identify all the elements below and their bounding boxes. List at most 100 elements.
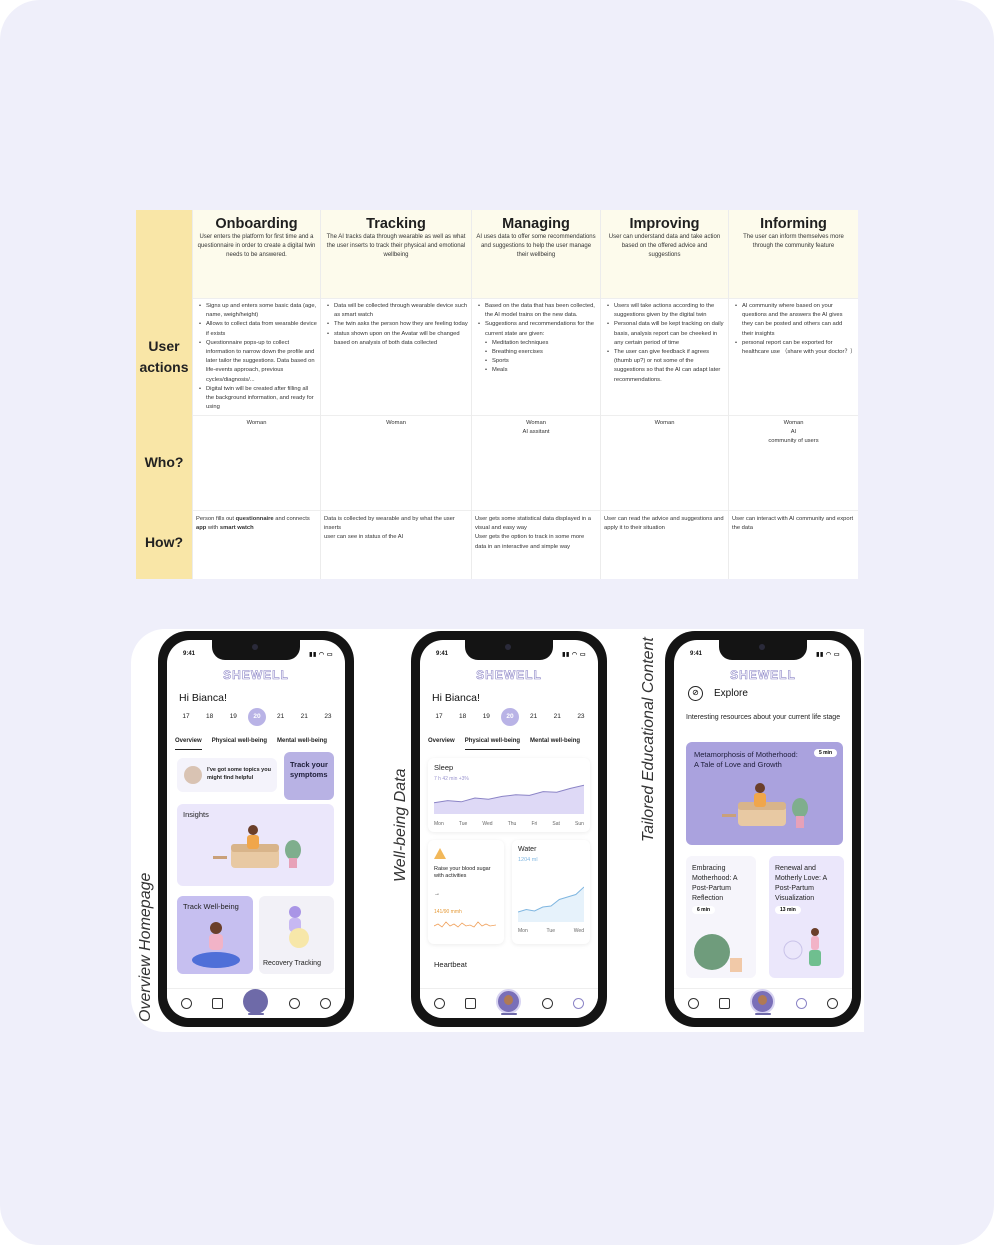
- date-item[interactable]: 23: [572, 708, 590, 726]
- tab-overview[interactable]: Overview: [175, 738, 202, 750]
- signal-icon: ▮▮ ◠ ▭: [816, 652, 840, 658]
- action-item: The user can give feedback if agrees (th…: [607, 348, 725, 385]
- compass-icon: ⊘: [688, 686, 703, 701]
- warning-icon: [434, 848, 446, 859]
- status-time: 9:41: [690, 651, 703, 657]
- date-item[interactable]: 17: [177, 708, 195, 726]
- how-bold-questionnaire: questionnaire: [235, 516, 274, 522]
- status-time: 9:41: [183, 651, 196, 657]
- section-label-wellbeing: Well-being Data: [392, 768, 409, 882]
- date-item[interactable]: 17: [430, 708, 448, 726]
- stage-column-improving: Improving User can understand data and t…: [600, 210, 728, 579]
- article-card-2[interactable]: Renewal and Motherly Love: A Post-Partum…: [769, 856, 844, 978]
- journey-label-corner: [136, 210, 192, 298]
- explore-intro: Interesting resources about your current…: [686, 714, 841, 721]
- profile-icon[interactable]: [826, 998, 838, 1009]
- twin-icon[interactable]: [181, 998, 193, 1009]
- action-item: Users will take actions according to the…: [607, 302, 725, 320]
- action-item: Personal data will be kept tracking on d…: [607, 320, 725, 348]
- twin-icon[interactable]: [688, 998, 700, 1009]
- profile-icon[interactable]: [572, 998, 584, 1009]
- notch: [465, 640, 553, 660]
- active-indicator: [755, 1013, 771, 1015]
- recovery-label: Recovery Tracking: [263, 960, 321, 967]
- day-label: Mon: [518, 928, 528, 934]
- arrow-icon[interactable]: →: [434, 890, 440, 898]
- action-item: Suggestions and recommendations for the …: [478, 320, 597, 338]
- who-cell: Woman AI community of users: [729, 415, 858, 510]
- community-icon[interactable]: [212, 998, 224, 1009]
- date-item[interactable]: 19: [477, 708, 495, 726]
- date-item[interactable]: 18: [201, 708, 219, 726]
- date-item[interactable]: 21: [525, 708, 543, 726]
- water-title: Water: [518, 846, 537, 853]
- notch: [719, 640, 807, 660]
- date-item[interactable]: 21: [272, 708, 290, 726]
- sleep-title: Sleep: [434, 763, 454, 772]
- stage-title: Onboarding: [215, 216, 298, 232]
- phone-explore: 9:41 ▮▮ ◠ ▭ SHEWELL ⊘ Explore Interestin…: [665, 631, 861, 1027]
- sleep-card[interactable]: Sleep 7 h 42 min +3% Mon Tue Wed Thu Fri…: [428, 758, 590, 832]
- stats-icon[interactable]: [288, 998, 300, 1009]
- water-value: 1204 ml: [518, 857, 538, 863]
- dancer-illustration: [783, 928, 821, 966]
- stage-description: User can understand data and take action…: [608, 234, 721, 258]
- recovery-tracking-card[interactable]: Recovery Tracking: [259, 896, 334, 974]
- date-item-selected[interactable]: 20: [500, 708, 519, 726]
- profile-icon[interactable]: [319, 998, 331, 1009]
- action-item: Based on the data that has been collecte…: [478, 302, 597, 320]
- heartbeat-card[interactable]: Heartbeat: [428, 952, 590, 982]
- article-1-title: Embracing Motherhood: A Post-Partum Refl…: [692, 865, 738, 902]
- tab-mental[interactable]: Mental well-being: [277, 738, 327, 750]
- notch: [212, 640, 300, 660]
- track-symptoms-label: Track your symptoms: [290, 760, 328, 779]
- phone-wellbeing: 9:41 ▮▮ ◠ ▭ SHEWELL Hi Bianca! 17 18 19 …: [411, 631, 607, 1027]
- track-wellbeing-card[interactable]: Track Well-being: [177, 896, 253, 974]
- date-item[interactable]: 19: [224, 708, 242, 726]
- tab-bar: Overview Physical well-being Mental well…: [175, 738, 345, 750]
- who-cell: Woman: [321, 415, 471, 510]
- water-card[interactable]: Water 1204 ml Mon Tue Wed: [512, 840, 590, 944]
- action-item: Questionnaire pops-up to collect informa…: [199, 339, 317, 385]
- date-item-selected[interactable]: 20: [247, 708, 266, 726]
- screen-wellbeing: 9:41 ▮▮ ◠ ▭ SHEWELL Hi Bianca! 17 18 19 …: [420, 640, 598, 1018]
- day-label: Sat: [552, 821, 560, 827]
- track-symptoms-card[interactable]: Track your symptoms: [284, 752, 334, 800]
- blood-sugar-card[interactable]: Raise your blood sugar with activities →…: [428, 840, 504, 944]
- tab-physical[interactable]: Physical well-being: [464, 738, 521, 750]
- date-item[interactable]: 18: [454, 708, 472, 726]
- home-button[interactable]: [243, 989, 269, 1014]
- signal-icon: ▮▮ ◠ ▭: [309, 652, 333, 658]
- community-icon[interactable]: [719, 998, 731, 1009]
- explore-nav-icon[interactable]: [795, 998, 807, 1009]
- day-label: Wed: [482, 821, 493, 827]
- avatar-home-button[interactable]: [750, 989, 776, 1014]
- action-item: Signs up and enters some basic data (age…: [199, 302, 317, 320]
- date-item[interactable]: 23: [319, 708, 337, 726]
- twin-icon[interactable]: [434, 998, 446, 1009]
- pulse-line: [434, 921, 496, 928]
- date-item[interactable]: 21: [295, 708, 313, 726]
- how-cell: User can read the advice and suggestions…: [601, 510, 728, 579]
- article-2-duration: 13 min: [775, 906, 801, 914]
- tab-mental[interactable]: Mental well-being: [530, 738, 580, 750]
- topics-card[interactable]: I've got some topics you might find help…: [177, 758, 277, 792]
- day-label: Tue: [458, 821, 468, 827]
- avatar-home-button[interactable]: [496, 989, 522, 1014]
- active-indicator: [248, 1013, 264, 1015]
- stats-icon[interactable]: [541, 998, 553, 1009]
- community-icon[interactable]: [465, 998, 477, 1009]
- featured-article-card[interactable]: Metamorphosis of Motherhood: A Tale of L…: [686, 742, 843, 845]
- tab-overview[interactable]: Overview: [428, 738, 455, 750]
- who-cell: Woman: [601, 415, 728, 510]
- insights-card[interactable]: Insights: [177, 804, 334, 886]
- date-item[interactable]: 21: [548, 708, 566, 726]
- who-cell: Woman AI assitant: [472, 415, 600, 510]
- stage-column-informing: Informing The user can inform themselves…: [728, 210, 858, 579]
- article-card-1[interactable]: Embracing Motherhood: A Post-Partum Refl…: [686, 856, 756, 978]
- stage-column-tracking: Tracking The AI tracks data through wear…: [320, 210, 471, 579]
- stage-title: Informing: [760, 216, 827, 232]
- tab-physical[interactable]: Physical well-being: [212, 738, 267, 750]
- who-cell: Woman: [193, 415, 320, 510]
- row-label-how: How?: [136, 510, 192, 579]
